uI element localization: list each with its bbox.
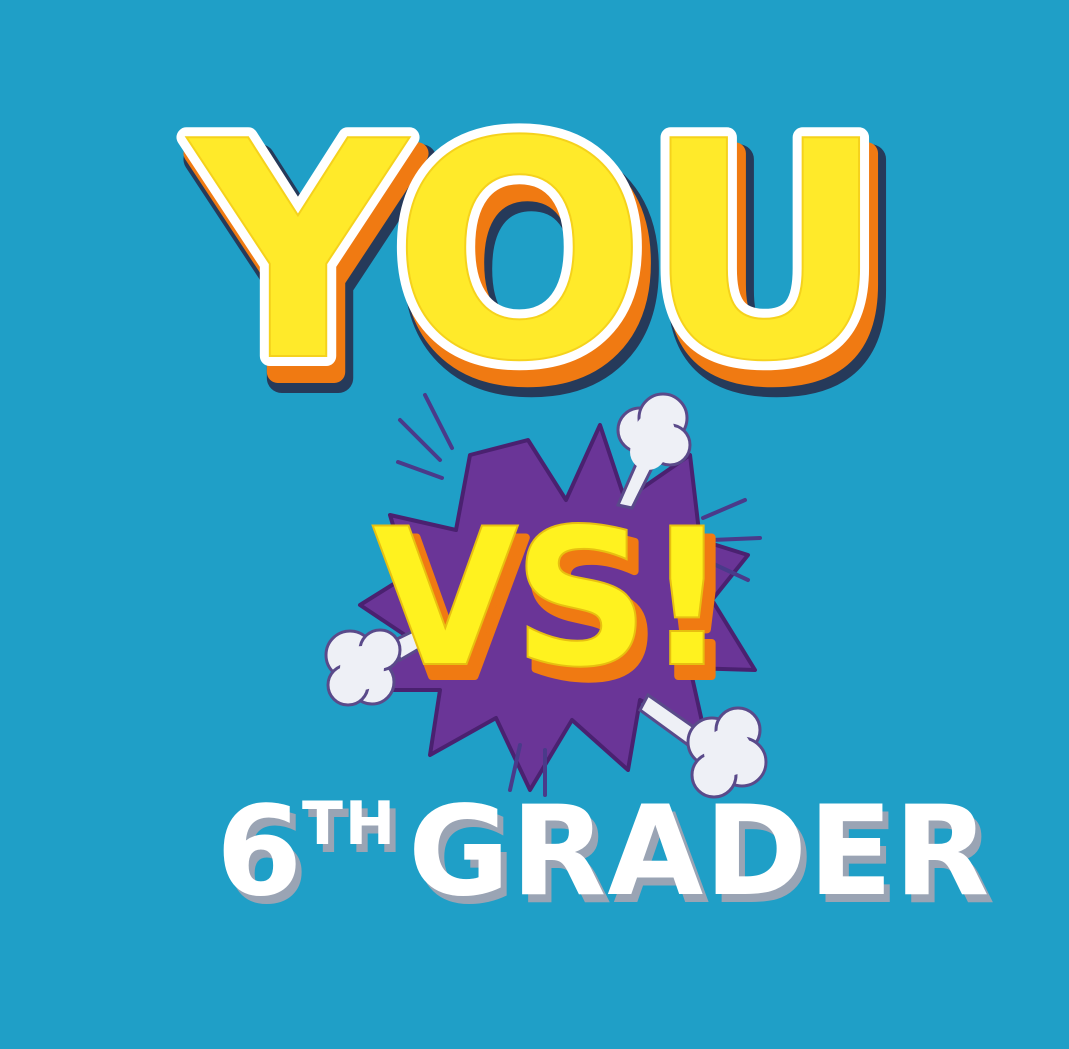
motion-line xyxy=(396,460,444,480)
grade-number: 6 xyxy=(216,780,303,924)
title-you: YOU YOU YOU YOU xyxy=(175,68,914,464)
title-you-face: YOU xyxy=(185,78,883,427)
poster-canvas: YOU YOU YOU YOU VS! VS! 6 TH GRADER 6 TH… xyxy=(0,0,1069,1049)
poster-artwork: YOU YOU YOU YOU VS! VS! 6 TH GRADER 6 TH… xyxy=(175,68,996,932)
grade-label: 6 TH GRADER 6 TH GRADER xyxy=(216,780,995,932)
versus-text: VS! VS! xyxy=(371,487,743,725)
versus-face: VS! xyxy=(372,488,725,709)
grade-suffix: TH xyxy=(302,789,397,859)
grade-word: GRADER xyxy=(408,780,990,924)
